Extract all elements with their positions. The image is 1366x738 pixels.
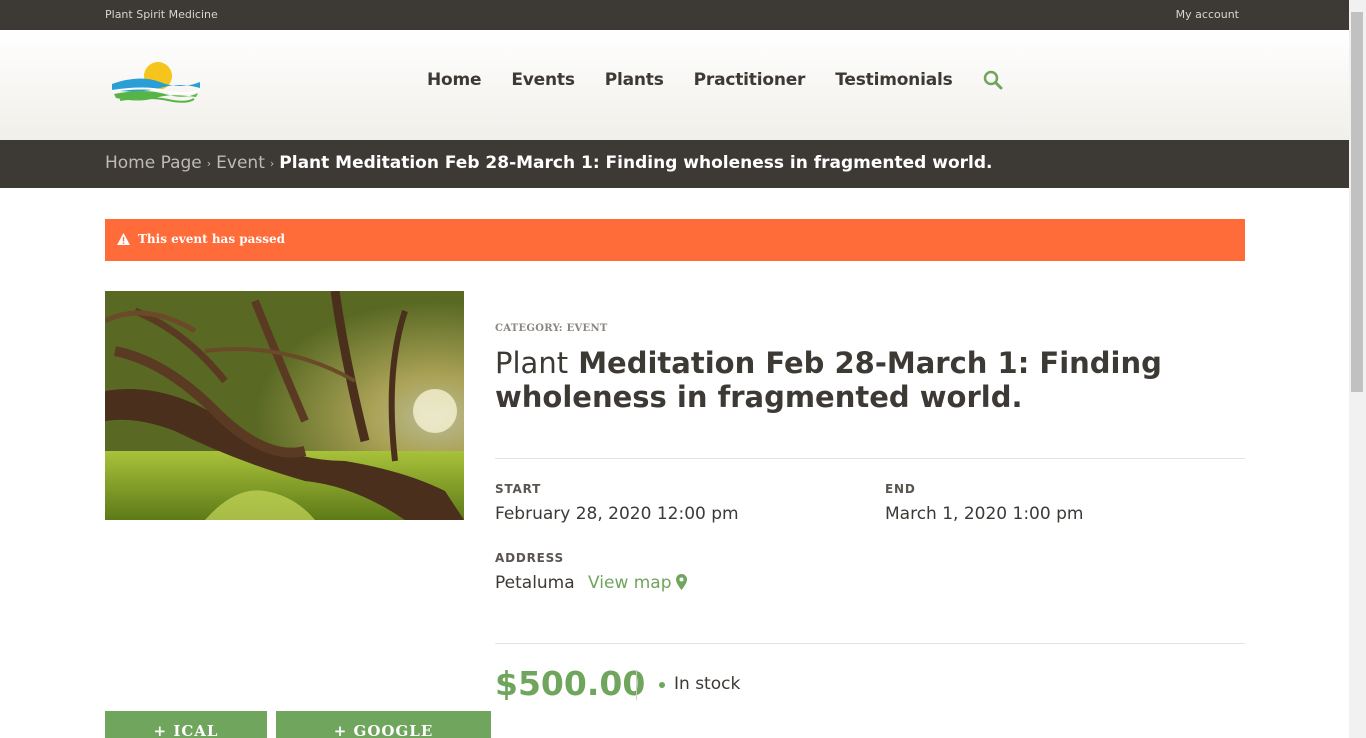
event-price: $500.00 (495, 664, 646, 703)
event-title: Plant Meditation Feb 28-March 1: Finding… (495, 346, 1235, 414)
ical-import-button[interactable]: + ICAL IMPORT (105, 711, 267, 738)
address-value: Petaluma (495, 573, 575, 593)
divider (495, 643, 1245, 644)
start-label: START (495, 482, 542, 496)
breadcrumb-bar: Home Page › Event › Plant Meditation Feb 28-… (0, 140, 1349, 188)
nav-events[interactable]: Events (511, 70, 575, 90)
event-title-first: Plant (495, 346, 569, 380)
breadcrumb-separator: › (269, 157, 275, 170)
breadcrumb-event[interactable]: Event (216, 153, 265, 173)
nav-testimonials[interactable]: Testimonials (835, 70, 952, 90)
map-pin-icon (675, 574, 687, 590)
warning-icon (117, 233, 130, 245)
breadcrumb: Home Page › Event › Plant Meditation Feb 28-… (105, 153, 993, 173)
breadcrumb-separator: › (206, 157, 212, 170)
nav-home[interactable]: Home (427, 70, 482, 90)
main-nav: Home Events Plants Practitioner Testimon… (427, 70, 1003, 90)
site-logo[interactable] (110, 60, 202, 110)
event-category: CATEGORY: EVENT (495, 323, 608, 334)
search-icon[interactable] (983, 70, 1003, 90)
top-bar: Plant Spirit Medicine My account (0, 0, 1349, 30)
event-passed-notice: This event has passed (105, 219, 1245, 261)
end-value: March 1, 2020 1:00 pm (885, 504, 1084, 524)
start-value: February 28, 2020 12:00 pm (495, 504, 739, 524)
my-account-link[interactable]: My account (1176, 8, 1239, 21)
breadcrumb-current: Plant Meditation Feb 28-March 1: Finding… (279, 153, 993, 173)
scrollbar-thumb[interactable] (1351, 12, 1363, 392)
site-name: Plant Spirit Medicine (105, 8, 218, 21)
address-label: ADDRESS (495, 551, 564, 565)
event-title-rest: Meditation Feb 28-March 1: Finding whole… (495, 346, 1162, 414)
stock-dot-icon (659, 682, 665, 688)
event-image (105, 291, 464, 520)
nav-plants[interactable]: Plants (605, 70, 664, 90)
notice-text: This event has passed (138, 232, 285, 246)
end-label: END (885, 482, 916, 496)
page-scrollbar[interactable] (1349, 0, 1366, 738)
view-map-label: View map (588, 573, 672, 593)
nav-practitioner[interactable]: Practitioner (694, 70, 806, 90)
price-separator (636, 670, 637, 700)
stock-status: In stock (674, 674, 741, 694)
divider (495, 458, 1245, 459)
site-header: Home Events Plants Practitioner Testimon… (0, 30, 1349, 140)
google-calendar-button[interactable]: + GOOGLE CALENDAR (276, 711, 491, 738)
breadcrumb-home[interactable]: Home Page (105, 153, 202, 173)
view-map-link[interactable]: View map (588, 573, 687, 593)
